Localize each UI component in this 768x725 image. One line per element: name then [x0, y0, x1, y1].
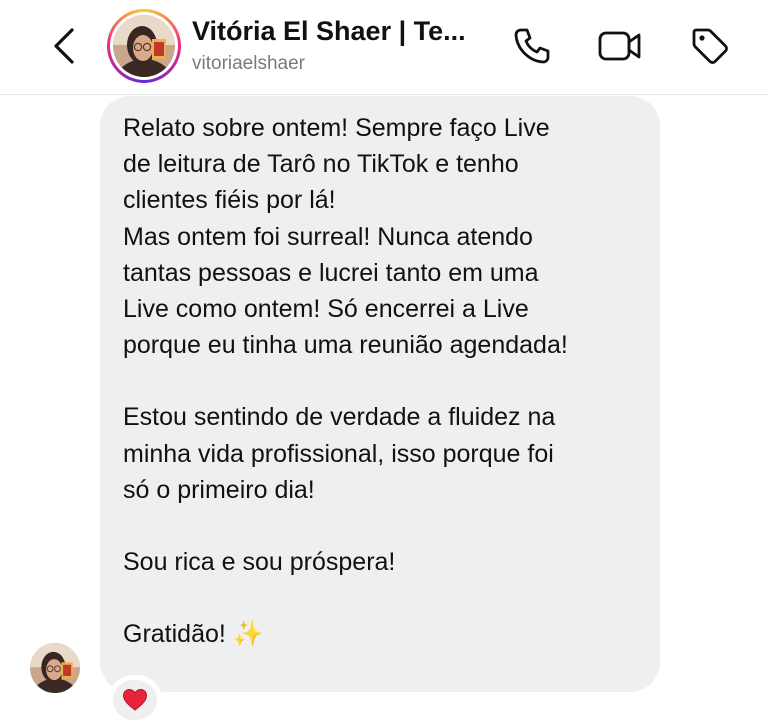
avatar-image: [113, 15, 175, 77]
call-button[interactable]: [508, 22, 556, 70]
dm-screen: Vitória El Shaer | Te... vitoriaelshaer …: [0, 0, 768, 725]
message-bubble[interactable]: Relato sobre ontem! Sempre faço Live de …: [100, 96, 660, 692]
tag-icon: [692, 28, 728, 64]
tag-button[interactable]: [686, 22, 734, 70]
chat-header: Vitória El Shaer | Te... vitoriaelshaer: [0, 0, 768, 95]
heart-reaction[interactable]: [110, 677, 160, 723]
message-paragraph: Estou sentindo de verdade a fluidez na m…: [123, 403, 556, 504]
video-camera-icon: [598, 31, 641, 61]
phone-icon: [514, 28, 550, 64]
heart-icon: [122, 688, 148, 711]
message-paragraph: Gratidão! ✨: [123, 620, 264, 649]
video-call-button[interactable]: [596, 22, 644, 70]
sender-avatar[interactable]: [30, 643, 80, 693]
back-button[interactable]: [44, 24, 84, 68]
contact-name[interactable]: Vitória El Shaer | Te...: [192, 16, 497, 47]
profile-avatar[interactable]: [107, 9, 181, 83]
message-paragraph: Mas ontem foi surreal! Nunca atendo tant…: [123, 222, 568, 360]
contact-username: vitoriaelshaer: [192, 53, 305, 74]
message-paragraph: Relato sobre ontem! Sempre faço Live de …: [123, 114, 550, 215]
message-paragraph: Sou rica e sou próspera!: [123, 548, 396, 577]
chevron-left-icon: [54, 28, 74, 64]
